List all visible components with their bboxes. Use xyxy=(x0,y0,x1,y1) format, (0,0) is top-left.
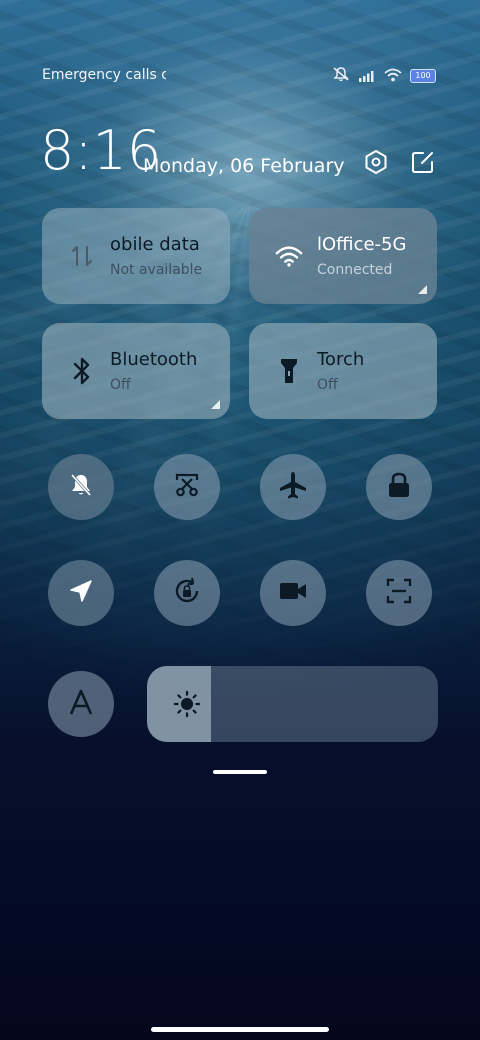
scan-icon xyxy=(385,577,413,609)
location-toggle[interactable] xyxy=(48,560,114,626)
rotation-lock-toggle[interactable] xyxy=(154,560,220,626)
mobile-data-icon xyxy=(68,242,96,270)
settings-button[interactable] xyxy=(362,150,390,178)
battery-icon: 100 xyxy=(410,69,436,83)
mobile-data-status: Not available xyxy=(110,262,203,278)
edit-icon xyxy=(410,149,436,179)
rotation-lock-icon xyxy=(172,576,202,610)
wifi-status: Connected xyxy=(317,262,393,278)
video-camera-icon xyxy=(278,579,308,607)
lock-icon xyxy=(386,471,412,503)
scanner-toggle[interactable] xyxy=(366,560,432,626)
wifi-icon xyxy=(384,67,402,86)
bell-off-icon xyxy=(67,471,95,503)
status-icons: 100 xyxy=(332,66,436,86)
screenshot-toggle[interactable] xyxy=(154,454,220,520)
location-arrow-icon xyxy=(68,578,94,608)
lock-toggle[interactable] xyxy=(366,454,432,520)
clock-date: Monday, 06 February xyxy=(143,155,345,177)
expand-corner-icon xyxy=(418,285,427,294)
torch-title: Torch xyxy=(317,349,365,370)
airplane-icon xyxy=(278,470,308,504)
screen-recorder-toggle[interactable] xyxy=(260,560,326,626)
torch-tile[interactable]: Torch Off xyxy=(249,323,437,419)
bluetooth-icon xyxy=(68,357,96,385)
torch-status: Off xyxy=(317,377,338,393)
mute-toggle[interactable] xyxy=(48,454,114,520)
wifi-icon xyxy=(275,242,303,270)
bluetooth-status: Off xyxy=(110,377,131,393)
signal-icon xyxy=(358,67,376,86)
brightness-slider[interactable] xyxy=(147,666,438,742)
reading-mode-toggle[interactable] xyxy=(48,671,114,737)
mobile-data-title: obile data xyxy=(110,234,200,255)
torch-icon xyxy=(275,357,303,385)
home-gesture-bar[interactable] xyxy=(151,1027,329,1032)
wifi-network-name: lOffice-5G xyxy=(317,234,407,255)
silent-mode-icon xyxy=(332,66,350,86)
font-a-icon xyxy=(67,688,95,720)
wifi-tile[interactable]: lOffice-5G Connected xyxy=(249,208,437,304)
settings-icon xyxy=(363,149,389,179)
bluetooth-title: Bluetooth xyxy=(110,349,198,370)
bluetooth-tile[interactable]: Bluetooth Off xyxy=(42,323,230,419)
expand-corner-icon xyxy=(211,400,220,409)
sun-icon xyxy=(173,690,201,718)
airplane-toggle[interactable] xyxy=(260,454,326,520)
carrier-status-text: Emergency calls o xyxy=(42,67,166,83)
scissors-screen-icon xyxy=(173,471,201,503)
mobile-data-tile[interactable]: obile data Not available xyxy=(42,208,230,304)
edit-button[interactable] xyxy=(409,150,437,178)
panel-drag-handle[interactable] xyxy=(213,770,267,774)
